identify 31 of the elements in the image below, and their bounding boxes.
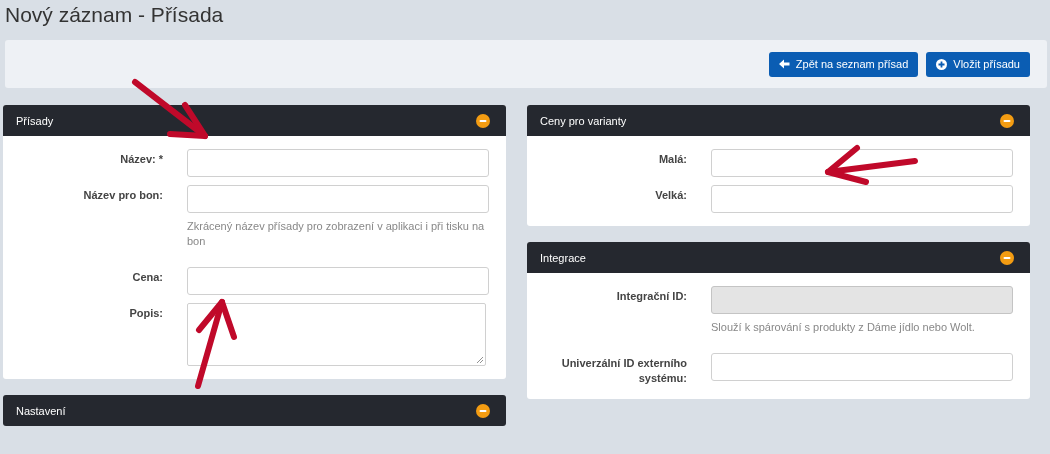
- textarea-field[interactable]: [187, 303, 486, 366]
- help-text: Slouží k spárování s produkty z Dáme jídlo nebo Wolt.: [711, 320, 976, 335]
- plus-circle-icon: [936, 58, 948, 70]
- collapse-icon[interactable]: [1000, 113, 1014, 128]
- panel-title: Integrace: [540, 251, 586, 264]
- page-title: Nový záznam - Přísada: [4, 2, 225, 28]
- panel-title: Ceny pro varianty: [540, 114, 627, 127]
- field-label: Malá:: [657, 152, 687, 167]
- input-field[interactable]: [187, 149, 489, 177]
- field-label: Integrační ID:: [615, 289, 687, 304]
- field-label: Popis:: [128, 306, 163, 321]
- panel-title: Nastavení: [16, 404, 66, 417]
- panel-title: Přísady: [16, 114, 54, 127]
- input-field[interactable]: [187, 267, 489, 295]
- input-field[interactable]: [711, 149, 1013, 177]
- back-button[interactable]: Zpět na seznam přísad: [768, 51, 919, 77]
- field-label: Cena:: [131, 270, 163, 285]
- field-label: Univerzální ID externího systému:: [560, 356, 687, 386]
- field-label: Název pro bon:: [82, 188, 163, 203]
- field-label: Velká:: [654, 188, 687, 203]
- field-label: Název: *: [119, 152, 163, 167]
- collapse-icon[interactable]: [476, 403, 490, 418]
- input-field[interactable]: [711, 353, 1013, 381]
- add-button[interactable]: Vložit přísadu: [926, 51, 1030, 77]
- help-text: Zkrácený název přísady pro zobrazení v aplikaci i při tisku na bon: [187, 219, 486, 249]
- resize-grip-icon: [477, 357, 483, 363]
- input-field[interactable]: [711, 185, 1013, 213]
- input-field[interactable]: [187, 185, 489, 213]
- arrow-left-icon: [778, 59, 790, 69]
- collapse-icon[interactable]: [476, 113, 490, 128]
- collapse-icon[interactable]: [1000, 250, 1014, 265]
